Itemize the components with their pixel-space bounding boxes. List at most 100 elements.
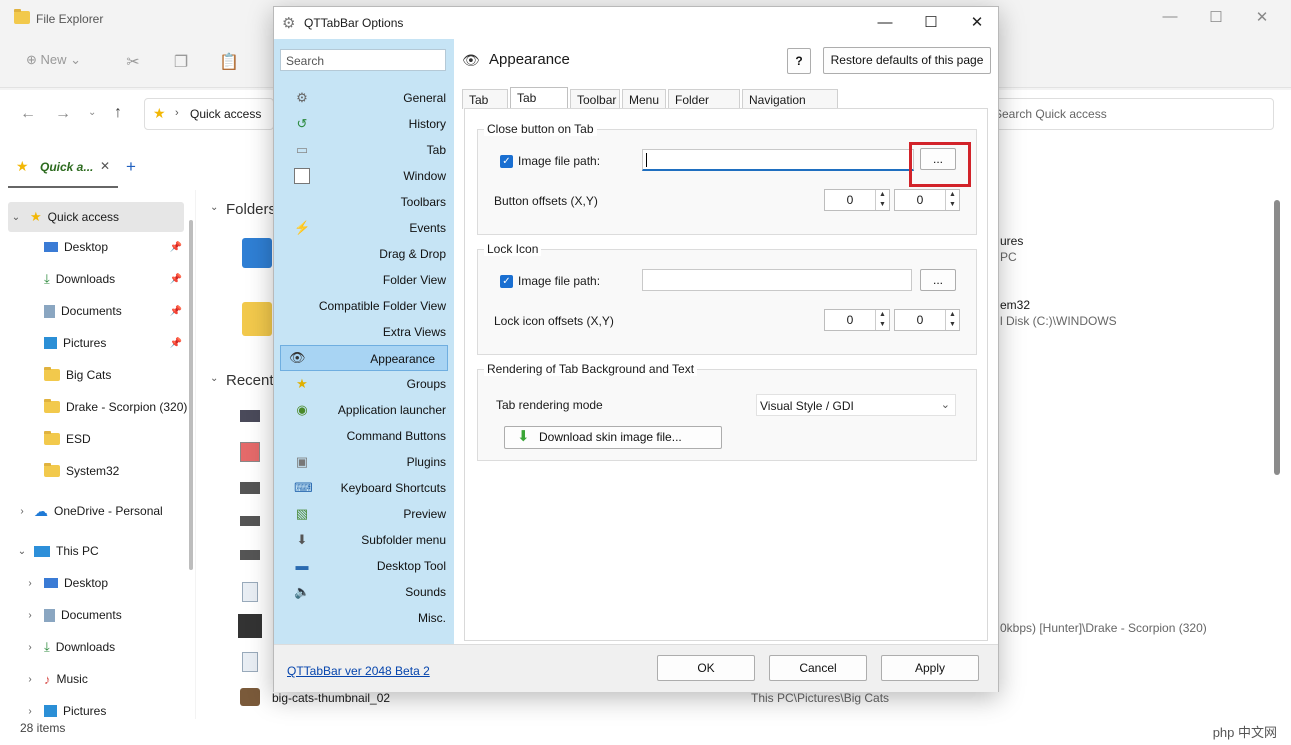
sidebar-item-plugins[interactable]: ▣ Plugins [280,449,446,475]
close-image-path-input[interactable] [642,149,914,171]
nav-item-esd[interactable]: ESD [44,424,186,454]
tab-quick-access[interactable]: ★ Quick a... ✕ [8,146,118,188]
nav-scrollbar[interactable] [189,220,193,570]
spinner-arrows-icon[interactable]: ▲ ▼ [875,190,889,210]
lock-image-checkbox[interactable]: ✓ [500,275,513,288]
maximize-icon[interactable]: ☐ [908,7,954,39]
nav-label: Music [56,672,88,686]
spinner-arrows-icon[interactable]: ▲ ▼ [875,310,889,330]
sidebar-item-history[interactable]: ↺ History [280,111,446,137]
tab-toolbar[interactable]: Toolbar [570,89,620,109]
search-input[interactable]: Search Quick access [985,98,1274,130]
sidebar-item-groups[interactable]: ★ Groups [280,371,446,397]
file-thumbnail-icon[interactable] [238,614,262,638]
lock-image-path-input[interactable] [642,269,912,291]
file-thumbnail-icon[interactable] [240,482,260,494]
options-search-input[interactable]: Search [280,49,446,71]
close-offset-y-input[interactable]: 0 ▲ ▼ [894,189,960,211]
paste-icon[interactable]: 📋 [218,52,240,72]
content-scrollbar[interactable] [1274,200,1280,475]
up-icon[interactable]: ↑ [114,104,122,122]
folder-tile-icon[interactable] [242,238,272,268]
sidebar-item-misc[interactable]: Misc. [280,605,446,631]
nav-label: Documents [61,304,122,318]
desktop-icon: ▬ [295,558,309,573]
nav-item-documents[interactable]: Documents 📌 [44,296,186,326]
sidebar-item-appearance[interactable]: 👁 Appearance [280,345,448,371]
tab-folder-view[interactable]: Folder View [668,89,740,127]
rendering-mode-select[interactable]: Visual Style / GDI ⌄ [756,394,956,416]
download-skin-button[interactable]: ⬇ Download skin image file... [504,426,722,449]
minimize-icon[interactable]: — [1150,8,1190,30]
close-icon[interactable]: ✕ [954,7,1000,39]
nav-item-big-cats[interactable]: Big Cats [44,360,186,390]
minimize-icon[interactable]: — [862,7,908,39]
sidebar-item-sounds[interactable]: 🔈 Sounds [280,579,446,605]
tab-menu[interactable]: Menu [622,89,666,109]
tab-tab-skins[interactable]: Tab skins [510,87,568,125]
ok-button[interactable]: OK [657,655,755,681]
sidebar-item-folder-view[interactable]: Folder View [280,267,446,293]
sidebar-item-keyboard-shortcuts[interactable]: ⌨ Keyboard Shortcuts [280,475,446,501]
sidebar-item-extra-views[interactable]: Extra Views [280,319,446,345]
nav-item-system32[interactable]: System32 [44,456,186,486]
restore-defaults-button[interactable]: Restore defaults of this page [823,47,991,74]
nav-item-drake[interactable]: Drake - Scorpion (320) [44,392,194,422]
tab-tab[interactable]: Tab [462,89,508,109]
sidebar-item-preview[interactable]: ▧ Preview [280,501,446,527]
image-file-icon[interactable] [242,652,258,672]
video-file-icon[interactable] [240,442,260,462]
sidebar-item-window[interactable]: Window [280,163,446,189]
file-thumbnail-icon[interactable] [240,516,260,526]
tab-navigation-pane[interactable]: Navigation pane [742,89,838,127]
sidebar-item-subfolder-menu[interactable]: ⬇ Subfolder menu [280,527,446,553]
spinner-arrows-icon[interactable]: ▲ ▼ [945,190,959,210]
nav-quick-access[interactable]: ⌄ ★ Quick access [8,202,184,232]
cancel-button[interactable]: Cancel [769,655,867,681]
copy-icon[interactable]: ❐ [170,52,192,72]
sidebar-item-general[interactable]: ⚙ General [280,85,446,111]
sidebar-item-desktop-tool[interactable]: ▬ Desktop Tool [280,553,447,579]
forward-icon[interactable]: → [55,105,71,123]
address-input[interactable]: ★ › Quick access [144,98,274,130]
back-icon[interactable]: ← [20,105,36,123]
nav-pc-desktop[interactable]: › Desktop [22,568,186,598]
nav-item-desktop[interactable]: Desktop 📌 [44,232,186,262]
image-file-icon[interactable] [242,582,258,602]
nav-pc-downloads[interactable]: › ⤓ Downloads [22,632,186,662]
version-link[interactable]: QTTabBar ver 2048 Beta 2 [287,664,430,678]
file-thumbnail-icon[interactable] [240,688,260,706]
sidebar-item-events[interactable]: ⚡ Events [280,215,446,241]
nav-pc-documents[interactable]: › Documents [22,600,186,630]
sidebar-item-command-buttons[interactable]: Command Buttons [280,423,446,449]
sidebar-item-drag-drop[interactable]: Drag & Drop [280,241,446,267]
nav-item-downloads[interactable]: ⤓ Downloads 📌 [44,264,186,294]
nav-this-pc[interactable]: ⌄ This PC [14,536,186,566]
nav-onedrive[interactable]: › ☁ OneDrive - Personal [14,496,186,526]
sidebar-item-toolbars[interactable]: Toolbars [280,189,446,215]
tab-close-icon[interactable]: ✕ [100,159,110,173]
close-offset-x-input[interactable]: 0 ▲ ▼ [824,189,890,211]
sidebar-item-compatible-folder-view[interactable]: Compatible Folder View [280,293,446,319]
maximize-icon[interactable]: ☐ [1196,8,1236,30]
recent-locations-icon[interactable]: ⌄ [88,107,96,118]
lock-offset-y-input[interactable]: 0 ▲ ▼ [894,309,960,331]
help-button[interactable]: ? [787,48,811,74]
cut-icon[interactable]: ✂ [122,52,144,72]
lock-browse-button[interactable]: ... [920,269,956,291]
file-name[interactable]: big-cats-thumbnail_02 [272,691,390,705]
spinner-arrows-icon[interactable]: ▲ ▼ [945,310,959,330]
folder-tile-icon[interactable] [242,302,272,336]
sidebar-item-tab[interactable]: ▭ Tab [280,137,446,163]
nav-item-pictures[interactable]: Pictures 📌 [44,328,186,358]
lock-offset-x-input[interactable]: 0 ▲ ▼ [824,309,890,331]
new-tab-icon[interactable]: + [126,157,136,177]
new-button[interactable]: ⊕ New ⌄ [26,52,106,72]
apply-button[interactable]: Apply [881,655,979,681]
close-icon[interactable]: ✕ [1242,8,1282,30]
nav-pc-music[interactable]: › ♪ Music [22,664,186,694]
image-path-checkbox[interactable]: ✓ [500,155,513,168]
sidebar-item-application-launcher[interactable]: ◉ Application launcher [280,397,446,423]
file-thumbnail-icon[interactable] [240,410,260,422]
file-thumbnail-icon[interactable] [240,550,260,560]
